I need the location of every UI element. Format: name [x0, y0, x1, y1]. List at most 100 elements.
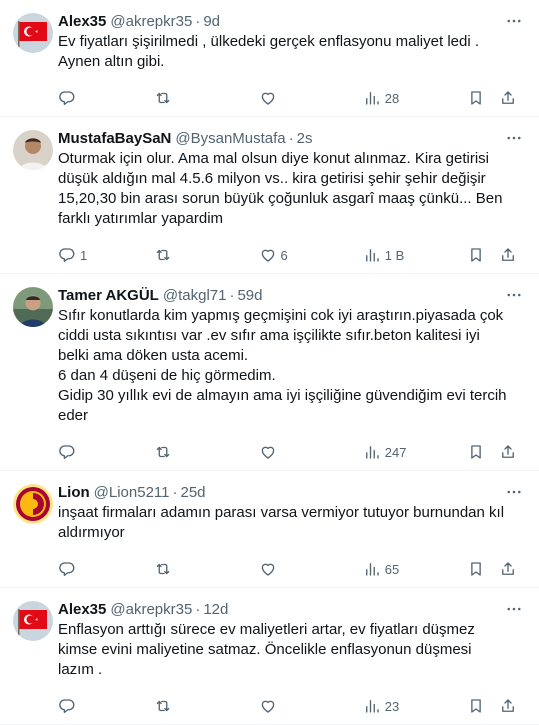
bookmark-icon	[471, 699, 481, 713]
retweet-button[interactable]	[154, 697, 258, 715]
display-name[interactable]: MustafaBaySaN	[58, 129, 171, 149]
action-bar: 23	[58, 688, 523, 724]
tweet-text: Enflasyon arttığı sürece ev maliyetleri …	[58, 620, 523, 680]
more-options-icon[interactable]	[503, 10, 525, 32]
like-button[interactable]	[259, 443, 363, 461]
timestamp[interactable]: 25d	[181, 483, 206, 503]
reply-feed: Alex35 @akrepkr35 · 9d Ev fiyatları şişi…	[0, 0, 539, 725]
analytics-icon	[365, 92, 379, 105]
display-name[interactable]: Lion	[58, 483, 90, 503]
views-button[interactable]: 28	[363, 89, 467, 107]
like-button[interactable]	[259, 560, 363, 578]
reply-icon	[59, 699, 75, 714]
separator-dot: ·	[195, 13, 201, 30]
tweet[interactable]: Alex35 @akrepkr35 · 9d Ev fiyatları şişi…	[0, 0, 539, 117]
like-button[interactable]	[259, 89, 363, 107]
user-handle[interactable]: @akrepkr35	[110, 600, 192, 620]
tweet[interactable]: Tamer AKGÜL @takgl71 · 59d Sıfır konutla…	[0, 274, 539, 471]
share-icon	[502, 562, 514, 575]
retweet-icon	[156, 249, 170, 261]
like-button[interactable]	[259, 697, 363, 715]
more-options-icon[interactable]	[503, 284, 525, 306]
avatar[interactable]	[13, 130, 53, 170]
views-button[interactable]: 1 B	[363, 246, 467, 264]
share-button[interactable]	[499, 443, 517, 461]
timestamp[interactable]: 59d	[237, 286, 262, 306]
tweet-text-line: Gidip 30 yıllık evi de almayın ama iyi i…	[58, 387, 507, 424]
share-icon	[502, 248, 514, 261]
share-button[interactable]	[499, 89, 517, 107]
views-button[interactable]: 23	[363, 697, 467, 715]
view-count: 28	[384, 90, 400, 106]
reply-button[interactable]	[58, 443, 154, 461]
reply-button[interactable]	[58, 697, 154, 715]
share-button[interactable]	[499, 560, 517, 578]
avatar[interactable]	[13, 601, 53, 641]
tweet-text-line: Sıfır konutlarda kim yapmış geçmişini co…	[58, 307, 504, 364]
action-bar: 28	[58, 80, 523, 116]
tweet[interactable]: Alex35 @akrepkr35 · 12d Enflasyon arttığ…	[0, 588, 539, 725]
bookmark-icon	[471, 91, 481, 105]
separator-dot: ·	[172, 484, 178, 501]
action-bar-right	[467, 443, 517, 461]
tweet-text: Sıfır konutlarda kim yapmış geçmişini co…	[58, 306, 523, 426]
like-count: 6	[280, 247, 288, 263]
timestamp[interactable]: 9d	[203, 12, 220, 32]
action-bar: 65	[58, 551, 523, 587]
reply-button[interactable]	[58, 560, 154, 578]
retweet-button[interactable]	[154, 246, 258, 264]
share-button[interactable]	[499, 246, 517, 264]
reply-button[interactable]	[58, 89, 154, 107]
separator-dot: ·	[195, 601, 201, 618]
tweet-text-line: inşaat firmaları adamın parası varsa ver…	[58, 504, 505, 541]
tweet-header: MustafaBaySaN @BysanMustafa · 2s	[58, 129, 523, 149]
more-options-icon[interactable]	[503, 127, 525, 149]
tweet-text-line: 6 dan 4 düşeni de hiç görmedim.	[58, 367, 276, 384]
more-options-icon[interactable]	[503, 598, 525, 620]
view-count: 23	[384, 698, 400, 714]
analytics-icon	[365, 249, 379, 262]
avatar[interactable]	[13, 484, 53, 524]
timestamp[interactable]: 12d	[203, 600, 228, 620]
reply-icon	[59, 562, 75, 577]
reply-icon	[59, 91, 75, 106]
views-button[interactable]: 247	[363, 443, 467, 461]
tweet-text: Ev fiyatları şişirilmedi , ülkedeki gerç…	[58, 32, 523, 72]
reply-button[interactable]: 1	[58, 246, 154, 264]
user-handle[interactable]: @takgl71	[163, 286, 227, 306]
action-bar: 1 6 1 B	[58, 237, 523, 273]
tweet[interactable]: MustafaBaySaN @BysanMustafa · 2s Oturmak…	[0, 117, 539, 274]
avatar[interactable]	[13, 13, 53, 53]
bookmark-button[interactable]	[467, 246, 485, 264]
display-name[interactable]: Alex35	[58, 600, 106, 620]
like-button[interactable]: 6	[259, 246, 363, 264]
user-handle[interactable]: @Lion5211	[94, 483, 170, 503]
views-button[interactable]: 65	[363, 560, 467, 578]
tweet-text: inşaat firmaları adamın parası varsa ver…	[58, 503, 523, 543]
bookmark-button[interactable]	[467, 443, 485, 461]
bookmark-button[interactable]	[467, 89, 485, 107]
analytics-icon	[365, 446, 379, 459]
tweet-text-line: Enflasyon arttığı sürece ev maliyetleri …	[58, 621, 475, 678]
retweet-button[interactable]	[154, 89, 258, 107]
user-handle[interactable]: @BysanMustafa	[175, 129, 285, 149]
display-name[interactable]: Alex35	[58, 12, 106, 32]
retweet-button[interactable]	[154, 560, 258, 578]
tweet-header: Tamer AKGÜL @takgl71 · 59d	[58, 286, 523, 306]
user-handle[interactable]: @akrepkr35	[110, 12, 192, 32]
share-button[interactable]	[499, 697, 517, 715]
display-name[interactable]: Tamer AKGÜL	[58, 286, 159, 306]
bookmark-button[interactable]	[467, 697, 485, 715]
bookmark-icon	[471, 562, 481, 576]
more-options-icon[interactable]	[503, 481, 525, 503]
bookmark-icon	[471, 445, 481, 459]
retweet-button[interactable]	[154, 443, 258, 461]
retweet-icon	[156, 92, 170, 104]
bookmark-button[interactable]	[467, 560, 485, 578]
reply-icon	[59, 445, 75, 460]
avatar[interactable]	[13, 287, 53, 327]
timestamp[interactable]: 2s	[297, 129, 313, 149]
tweet[interactable]: Lion @Lion5211 · 25d inşaat firmaları ad…	[0, 471, 539, 588]
share-icon	[502, 699, 514, 712]
tweet-text-line: Oturmak için olur. Ama mal olsun diye ko…	[58, 150, 503, 227]
